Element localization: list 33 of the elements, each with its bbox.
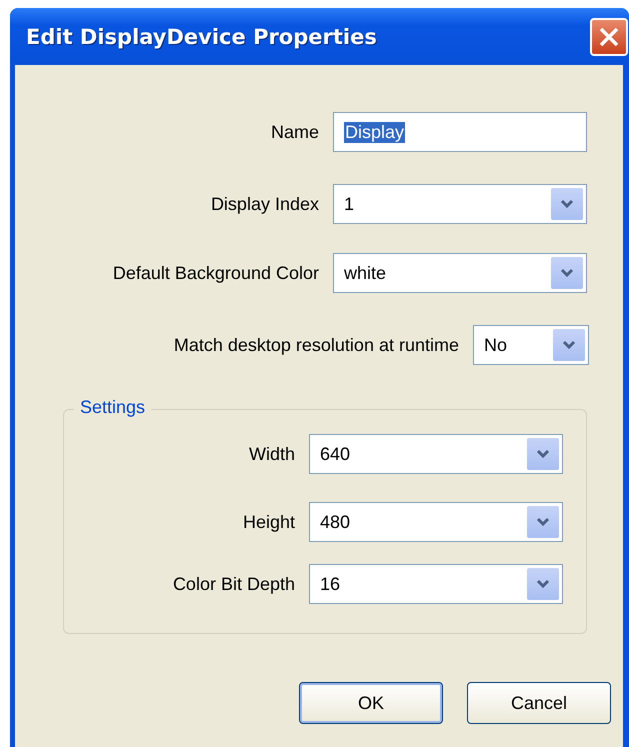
chevron-down-icon: [560, 268, 574, 278]
chevron-down-icon: [536, 449, 550, 459]
field-label: Name: [270, 122, 319, 142]
field-label: Match desktop resolution at runtime: [174, 334, 459, 356]
dropdown-field[interactable]: 480: [309, 502, 563, 542]
group-legend: Settings: [74, 397, 152, 418]
dropdown-button[interactable]: [553, 329, 585, 361]
field-label: Display Index: [210, 194, 319, 214]
field-value: Display: [344, 122, 406, 142]
dropdown-button[interactable]: [527, 506, 559, 538]
dropdown-button[interactable]: [527, 568, 559, 600]
field-label: Color Bit Depth: [172, 574, 295, 594]
field-label: Default Background Color: [112, 262, 319, 284]
chevron-down-icon: [536, 517, 550, 527]
chevron-down-icon: [562, 340, 576, 350]
dropdown-field[interactable]: 1: [333, 184, 587, 224]
chevron-down-icon: [536, 579, 550, 589]
field-label: Height: [242, 512, 295, 532]
dropdown-field[interactable]: white: [333, 253, 587, 293]
dropdown-field[interactable]: 16: [309, 564, 563, 604]
dropdown-button[interactable]: [551, 188, 583, 220]
dropdown-field[interactable]: No: [473, 325, 589, 365]
chevron-down-icon: [560, 199, 574, 209]
text-field[interactable]: Display: [333, 112, 587, 152]
dropdown-button[interactable]: [527, 438, 559, 470]
close-button[interactable]: [590, 18, 628, 56]
window-title: Edit DisplayDevice Properties: [26, 24, 378, 48]
dropdown-button[interactable]: [551, 257, 583, 289]
close-icon: [598, 26, 620, 48]
dialog-button[interactable]: Cancel: [467, 682, 611, 724]
field-label: Width: [248, 444, 295, 464]
dialog-button[interactable]: OK: [299, 682, 443, 724]
dropdown-field[interactable]: 640: [309, 434, 563, 474]
